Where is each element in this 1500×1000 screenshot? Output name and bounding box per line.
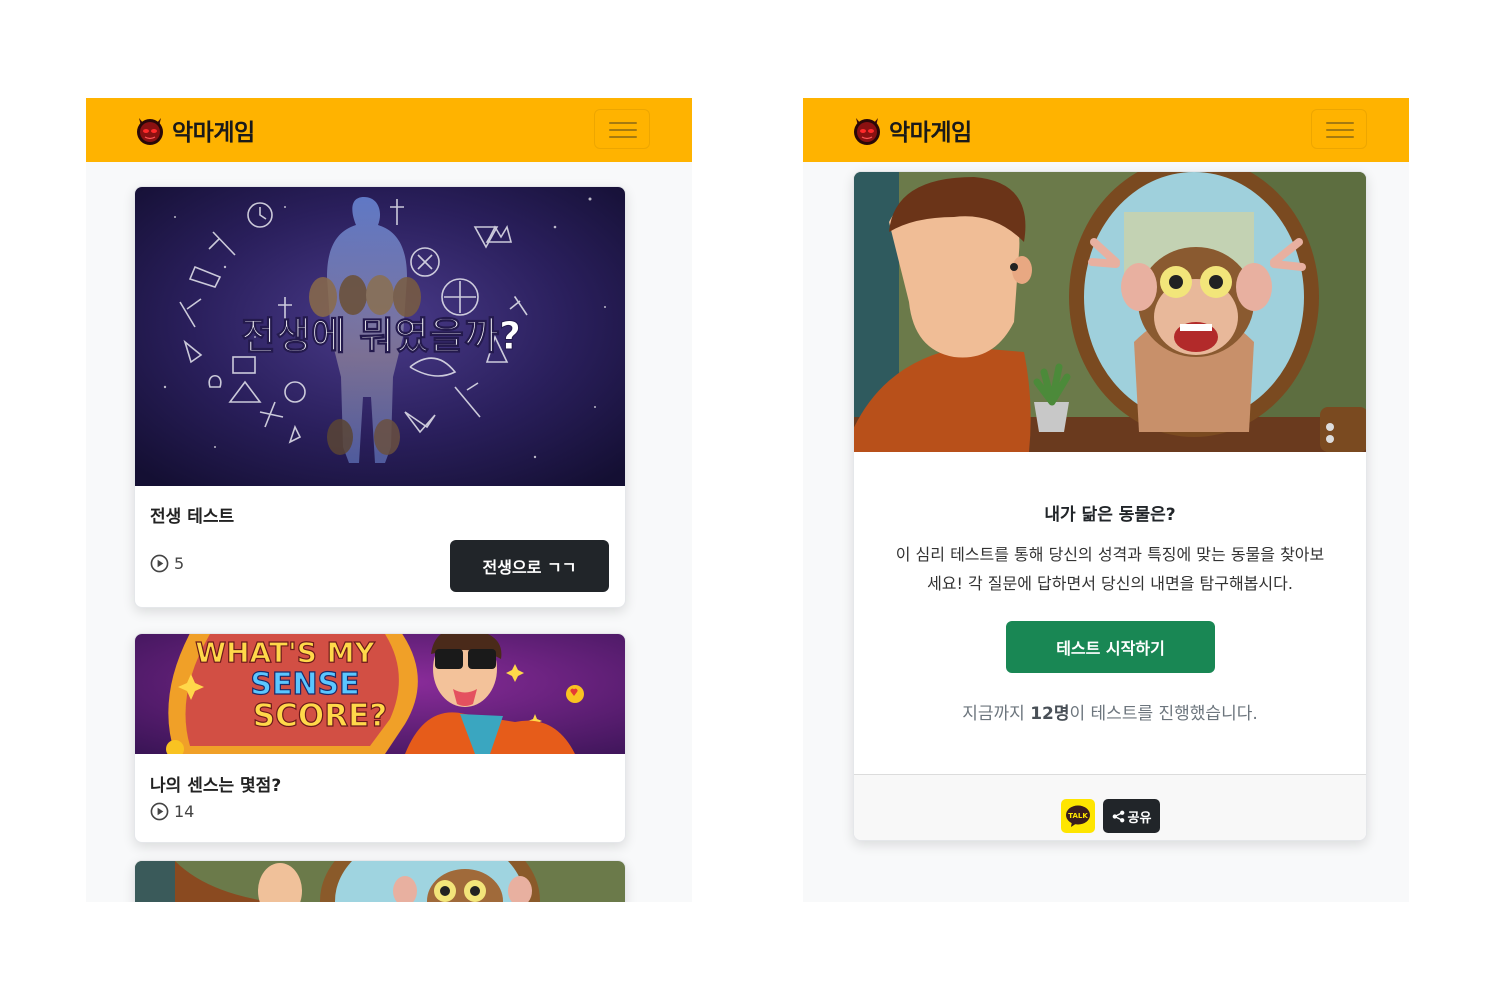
play-circle-icon [150,802,169,821]
sense-score-thumbnail[interactable]: WHAT'S MY SENSE SCORE? [135,634,626,754]
thumbnail-line3: SCORE? [253,698,387,734]
test-description-line1: 이 심리 테스트를 통해 당신의 성격과 특징에 맞는 동물을 찾아보 [895,545,1325,564]
test-description-line2: 세요! 각 질문에 답하면서 당신의 내면을 탐구해봅시다. [927,574,1293,593]
participation-prefix: 지금까지 [962,704,1031,724]
hamburger-icon [1326,122,1354,124]
participation-count: 12명 [1030,704,1070,724]
kakao-share-button[interactable]: TALK [1061,799,1095,833]
devil-face-icon [137,118,163,145]
play-circle-icon [150,554,169,573]
test-card-sense-score[interactable]: WHAT'S MY SENSE SCORE? 나의 센스는 몇점? 14 [134,633,626,843]
view-count-value: 14 [174,802,195,821]
test-card-past-life[interactable]: 전생에 뭐였을까? 전생 테스트 5 전생으로 ㄱㄱ [134,186,626,608]
navbar: 악마게임 [803,98,1409,162]
thumbnail-title: 전생에 뭐였을까? [241,314,521,358]
share-label: 공유 [1127,810,1152,826]
test-card-animal[interactable] [134,860,626,902]
menu-toggle-button[interactable] [594,109,650,149]
share-footer: TALK 공유 [854,774,1366,840]
share-button[interactable]: 공유 [1103,799,1160,833]
brand-name: 악마게임 [889,120,972,146]
animal-thumbnail[interactable] [135,861,626,902]
test-detail-card: 내가 닮은 동물은? 이 심리 테스트를 통해 당신의 성격과 특징에 맞는 동… [853,171,1367,841]
hamburger-icon [609,122,637,124]
brand-logo[interactable]: 악마게임 [851,113,972,147]
past-life-thumbnail[interactable]: 전생에 뭐였을까? [135,187,626,486]
test-title: 내가 닮은 동물은? [1044,505,1176,525]
right-screen: 악마게임 내가 닮은 동물은? 이 심리 테스트를 통해 당신의 성격과 특징에… [803,98,1409,902]
thumbnail-line1: WHAT'S MY [195,636,375,669]
start-past-life-button[interactable]: 전생으로 ㄱㄱ [450,540,609,592]
navbar: 악마게임 [86,98,692,162]
share-icon [1112,810,1124,822]
menu-toggle-button[interactable] [1311,109,1367,149]
thumbnail-line2: SENSE [250,667,359,702]
view-count: 5 [150,554,184,573]
brand-name: 악마게임 [172,120,255,146]
devil-face-icon [854,118,880,145]
brand-logo[interactable]: 악마게임 [134,113,255,147]
view-count: 14 [150,802,194,821]
left-screen: 악마게임 전생에 뭐였을까? 전생 테스트 5 전생으로 ㄱㄱ WHAT'S M… [86,98,692,902]
view-count-value: 5 [174,554,185,573]
card-title: 전생 테스트 [150,507,235,527]
participation-suffix: 이 테스트를 진행했습니다. [1069,704,1258,724]
kakao-label: TALK [1068,812,1088,820]
kakao-talk-icon: TALK [1066,805,1090,827]
participation-text: 지금까지 12명이 테스트를 진행했습니다. [854,699,1366,724]
start-test-button[interactable]: 테스트 시작하기 [1006,621,1215,673]
card-title: 나의 센스는 몇점? [150,776,282,796]
animal-test-image [854,172,1366,452]
